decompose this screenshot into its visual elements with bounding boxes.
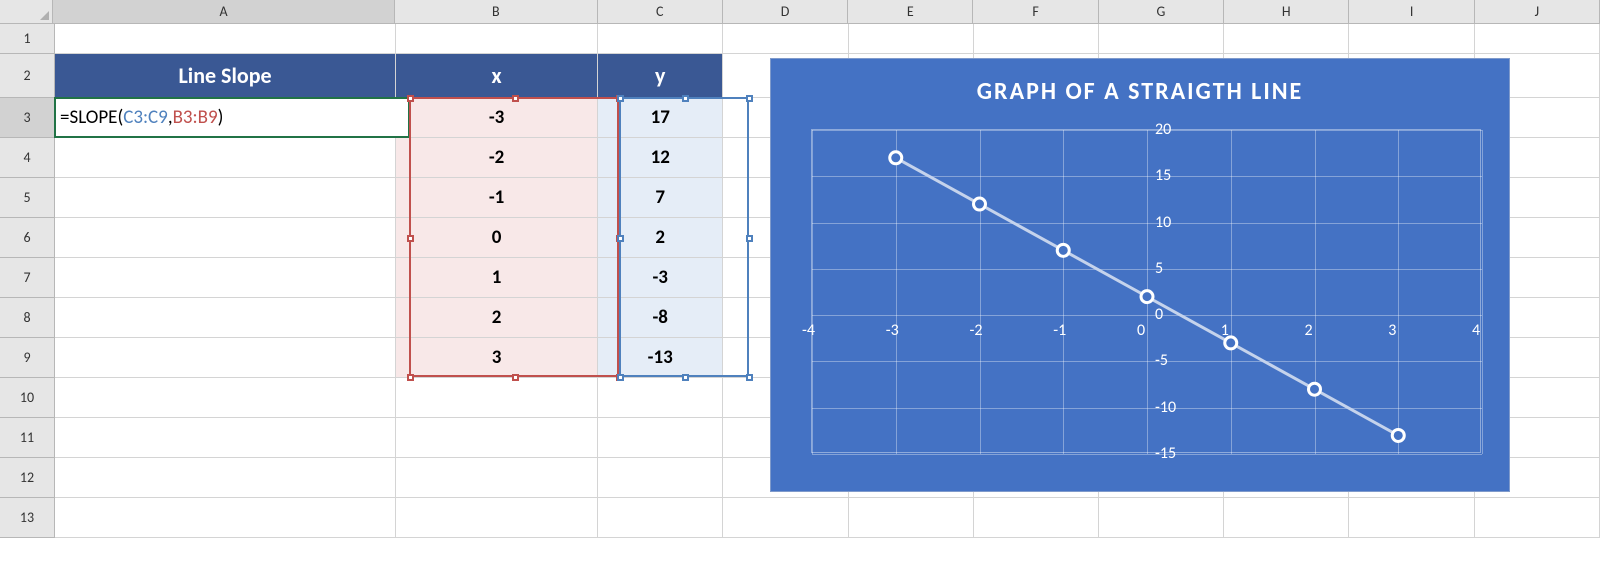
col-header-B[interactable]: B: [395, 0, 597, 24]
cell-B13[interactable]: [396, 498, 598, 538]
row-header-5[interactable]: 5: [0, 178, 55, 218]
cell-B2[interactable]: x: [396, 54, 598, 98]
col-header-E[interactable]: E: [848, 0, 973, 24]
cell-A6[interactable]: [55, 218, 396, 258]
data-point[interactable]: [1225, 337, 1237, 349]
row-header-9[interactable]: 9: [0, 338, 55, 378]
cell-A7[interactable]: [55, 258, 396, 298]
cell-C3[interactable]: 17: [598, 98, 723, 138]
row-header-4[interactable]: 4: [0, 138, 55, 178]
cell-B1[interactable]: [396, 24, 598, 54]
row-header-1[interactable]: 1: [0, 24, 55, 54]
row-headers: 12345678910111213: [0, 24, 55, 538]
chart[interactable]: GRAPH OF A STRAIGTH LINE -4-3-2-101234-1…: [770, 58, 1510, 492]
cell-B5[interactable]: -1: [396, 178, 598, 218]
select-all-corner[interactable]: [0, 0, 53, 24]
cell-C6[interactable]: 2: [598, 218, 723, 258]
cell-E13[interactable]: [849, 498, 974, 538]
spreadsheet: ABCDEFGHIJ 12345678910111213 Line Slopex…: [0, 0, 1600, 577]
cell-C7[interactable]: -3: [598, 258, 723, 298]
cell-D13[interactable]: [723, 498, 848, 538]
cell-B6[interactable]: 0: [396, 218, 598, 258]
cell-C13[interactable]: [598, 498, 723, 538]
cell-C2[interactable]: y: [598, 54, 723, 98]
cell-A2[interactable]: Line Slope: [55, 54, 396, 98]
row-header-8[interactable]: 8: [0, 298, 55, 338]
chart-series: [812, 130, 1482, 454]
cell-C9[interactable]: -13: [598, 338, 723, 378]
row-header-6[interactable]: 6: [0, 218, 55, 258]
row-header-2[interactable]: 2: [0, 54, 55, 98]
cell-C10[interactable]: [598, 378, 723, 418]
row-header-13[interactable]: 13: [0, 498, 55, 538]
gridline-v: [1482, 130, 1483, 454]
cell-B9[interactable]: 3: [396, 338, 598, 378]
cell-I13[interactable]: [1349, 498, 1474, 538]
data-point[interactable]: [1141, 291, 1153, 303]
col-header-J[interactable]: J: [1475, 0, 1600, 24]
data-point[interactable]: [1309, 383, 1321, 395]
cell-A1[interactable]: [55, 24, 396, 54]
cell-B8[interactable]: 2: [396, 298, 598, 338]
col-header-F[interactable]: F: [973, 0, 1098, 24]
cell-A11[interactable]: [55, 418, 396, 458]
cell-A3[interactable]: [55, 98, 396, 138]
cell-C1[interactable]: [598, 24, 723, 54]
column-headers: ABCDEFGHIJ: [0, 0, 1600, 24]
cell-D1[interactable]: [723, 24, 848, 54]
cell-B7[interactable]: 1: [396, 258, 598, 298]
cell-G13[interactable]: [1099, 498, 1224, 538]
cell-A4[interactable]: [55, 138, 396, 178]
row-header-11[interactable]: 11: [0, 418, 55, 458]
cell-J13[interactable]: [1475, 498, 1600, 538]
cell-B11[interactable]: [396, 418, 598, 458]
cell-B3[interactable]: -3: [396, 98, 598, 138]
cell-C12[interactable]: [598, 458, 723, 498]
col-header-C[interactable]: C: [598, 0, 723, 24]
data-point[interactable]: [974, 198, 986, 210]
col-header-H[interactable]: H: [1224, 0, 1349, 24]
cell-C4[interactable]: 12: [598, 138, 723, 178]
row-header-10[interactable]: 10: [0, 378, 55, 418]
cell-F13[interactable]: [974, 498, 1099, 538]
cell-H13[interactable]: [1224, 498, 1349, 538]
cell-A12[interactable]: [55, 458, 396, 498]
cell-C8[interactable]: -8: [598, 298, 723, 338]
cell-A5[interactable]: [55, 178, 396, 218]
cell-A10[interactable]: [55, 378, 396, 418]
cell-F1[interactable]: [974, 24, 1099, 54]
data-point[interactable]: [1057, 244, 1069, 256]
cell-C11[interactable]: [598, 418, 723, 458]
row-header-7[interactable]: 7: [0, 258, 55, 298]
cell-A13[interactable]: [55, 498, 396, 538]
cell-I1[interactable]: [1349, 24, 1474, 54]
col-header-D[interactable]: D: [723, 0, 848, 24]
cell-E1[interactable]: [849, 24, 974, 54]
cell-H1[interactable]: [1224, 24, 1349, 54]
cell-G1[interactable]: [1099, 24, 1224, 54]
chart-title: GRAPH OF A STRAIGTH LINE: [771, 59, 1509, 116]
cell-B12[interactable]: [396, 458, 598, 498]
col-header-I[interactable]: I: [1349, 0, 1474, 24]
row-header-12[interactable]: 12: [0, 458, 55, 498]
col-header-A[interactable]: A: [53, 0, 395, 24]
cell-B10[interactable]: [396, 378, 598, 418]
cell-J1[interactable]: [1475, 24, 1600, 54]
row-header-3[interactable]: 3: [0, 98, 55, 138]
cell-A9[interactable]: [55, 338, 396, 378]
col-header-G[interactable]: G: [1099, 0, 1224, 24]
gridline-h: [812, 454, 1482, 455]
cell-C5[interactable]: 7: [598, 178, 723, 218]
chart-plot-area: -4-3-2-101234-15-10-505101520: [811, 129, 1481, 453]
data-point[interactable]: [1392, 429, 1404, 441]
data-point[interactable]: [890, 152, 902, 164]
cell-B4[interactable]: -2: [396, 138, 598, 178]
cell-A8[interactable]: [55, 298, 396, 338]
